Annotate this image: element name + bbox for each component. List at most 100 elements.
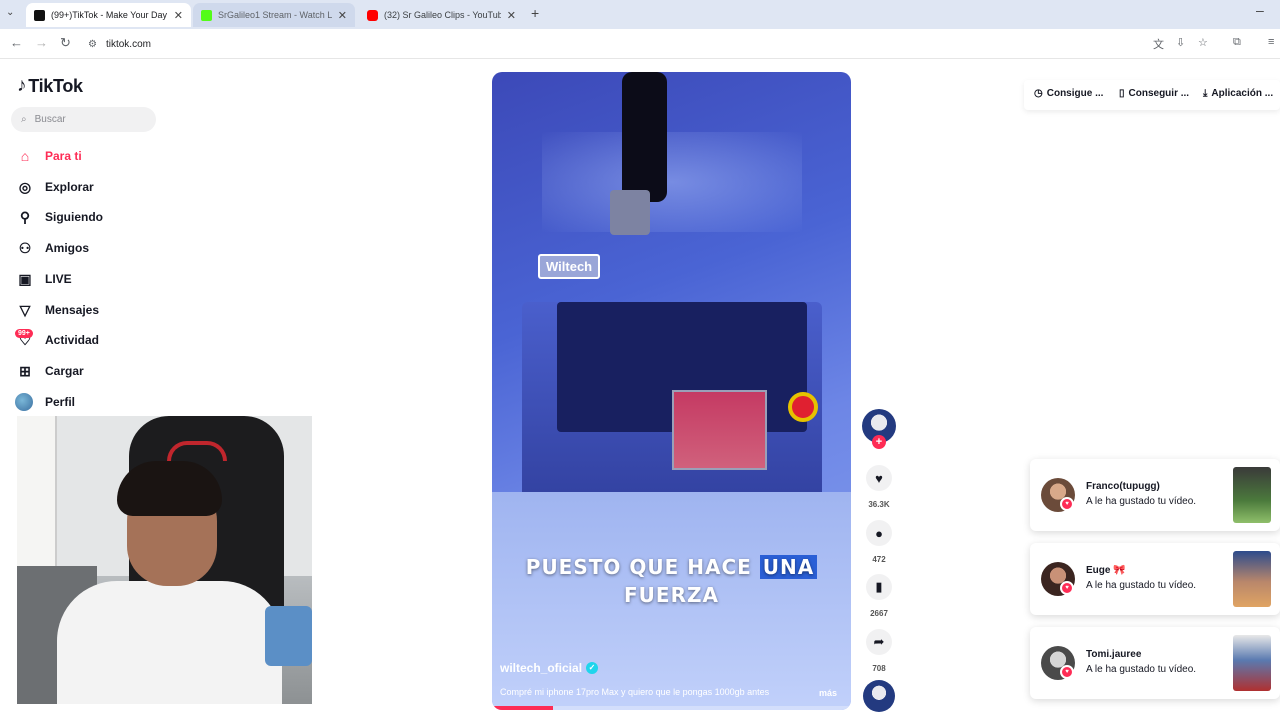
notification-toast[interactable]: ♥ Tomi.jauree A le ha gustado tu vídeo. (1030, 627, 1280, 699)
sidebar-item-para-ti[interactable]: ⌂ Para ti (15, 146, 82, 166)
video-gloved-hand (622, 72, 667, 202)
following-icon: ⚲ (19, 208, 31, 225)
heart-badge-icon: ♥ (1060, 497, 1074, 511)
share-arrow-icon: ➦ (873, 634, 885, 649)
more-button[interactable]: más (819, 688, 837, 698)
sidebar-item-siguiendo[interactable]: ⚲ Siguiendo (15, 207, 103, 227)
webcam-pillow (265, 606, 312, 666)
video-press-head (610, 190, 650, 235)
notification-thumbnail (1233, 635, 1271, 691)
send-icon: ▽ (19, 301, 31, 318)
close-tab-icon[interactable]: ✕ (174, 9, 183, 22)
sidebar-item-live[interactable]: ▣ LIVE (15, 269, 72, 289)
streamer-hair (117, 461, 222, 516)
upload-icon: ⊞ (19, 362, 31, 379)
heart-badge-icon: ♥ (1060, 665, 1074, 679)
desktop-app-link[interactable]: ⤓ Aplicación ... (1203, 88, 1273, 99)
bookmark-icon: ▮ (875, 579, 883, 594)
video-description: Compré mi iphone 17pro Max y quiero que … (500, 687, 770, 697)
video-progress-fill (492, 706, 554, 710)
download-icon: ⤓ (1203, 88, 1208, 99)
phone-icon: ▯ (1119, 88, 1125, 99)
gaming-chair-logo (167, 441, 227, 461)
sidebar-item-label: Siguiendo (45, 210, 103, 224)
friends-icon: ⚇ (18, 239, 32, 256)
sidebar-item-explorar[interactable]: ◎ Explorar (15, 177, 94, 197)
close-tab-icon[interactable]: ✕ (507, 9, 516, 22)
youtube-favicon-icon (367, 9, 378, 21)
browser-menu-icon[interactable]: ≡ (1268, 36, 1274, 48)
extensions-icon[interactable]: ⧉ (1233, 36, 1241, 49)
video-warning-panel (672, 390, 767, 470)
notification-toast[interactable]: ♥ Euge 🎀 A le ha gustado tu vídeo. (1030, 543, 1280, 615)
activity-badge: 99+ (15, 329, 33, 338)
forward-arrow-icon[interactable]: → (35, 35, 48, 50)
back-arrow-icon[interactable]: ← (10, 35, 23, 50)
comment-icon: ● (875, 525, 883, 541)
caption-text: PUESTO QUE HACE (525, 555, 752, 579)
sidebar-item-label: Mensajes (45, 303, 100, 317)
tab-tiktok[interactable]: (99+)TikTok - Make Your Day ✕ (26, 3, 191, 27)
webcam-shelf (17, 416, 57, 576)
new-tab-plus-icon[interactable]: + (531, 5, 539, 21)
sidebar-item-label: LIVE (45, 272, 72, 286)
search-placeholder: Buscar (34, 114, 66, 125)
notification-name: Tomi.jauree (1086, 649, 1142, 660)
sidebar-item-mensajes[interactable]: ▽ Mensajes (15, 300, 99, 320)
follow-plus-icon[interactable]: + (872, 435, 886, 449)
video-progress-bar[interactable] (492, 706, 851, 710)
top-link-label: Consigue ... (1046, 88, 1104, 99)
site-info-icon[interactable]: ⚙ (88, 39, 97, 50)
notification-thumbnail (1233, 551, 1271, 607)
get-coins-link[interactable]: ◷ Consigue ... (1034, 88, 1103, 99)
sidebar-item-perfil[interactable]: Perfil (15, 392, 75, 412)
notification-text: A le ha gustado tu vídeo. (1086, 664, 1197, 675)
sidebar-item-label: Explorar (45, 180, 94, 194)
tab-kick-stream[interactable]: SrGalileo1 Stream - Watch Live ✕ (193, 3, 355, 27)
comment-button[interactable]: ● (866, 520, 892, 546)
sidebar-item-label: Perfil (45, 395, 76, 409)
notification-toast[interactable]: ♥ Franco(tupugg) A le ha gustado tu víde… (1030, 459, 1280, 531)
streamer-shirt (57, 581, 282, 704)
translate-icon[interactable]: 文 (1153, 36, 1164, 52)
tiktok-logo-icon: ♪ (17, 75, 27, 96)
heart-icon: ♥ (875, 470, 883, 486)
sidebar-item-amigos[interactable]: ⚇ Amigos (15, 238, 89, 258)
video-player[interactable]: Wiltech PUESTO QUE HACE UNA FUERZA wilte… (492, 72, 851, 710)
tab-title: (32) Sr Galileo Clips - YouTube (384, 10, 501, 20)
sidebar-item-label: Actividad (45, 333, 100, 347)
video-emergency-stop (788, 392, 818, 422)
sidebar-item-cargar[interactable]: ⊞ Cargar (15, 361, 84, 381)
browser-tab-bar: ⌄ (99+)TikTok - Make Your Day ✕ SrGalile… (0, 0, 1280, 29)
like-button[interactable]: ♥ (866, 465, 892, 491)
video-caption-line-1: PUESTO QUE HACE UNA (492, 555, 851, 579)
tiktok-favicon-icon (34, 9, 45, 21)
video-machine-label: Wiltech (538, 254, 601, 279)
comment-count: 472 (872, 555, 886, 564)
save-count: 2667 (870, 609, 888, 618)
share-button[interactable]: ➦ (866, 629, 892, 655)
notification-name: Franco(tupugg) (1086, 481, 1160, 492)
get-app-link[interactable]: ▯ Conseguir ... (1119, 88, 1189, 99)
address-bar: ← → ↻ ⚙ tiktok.com 文 ⇩ ☆ ⧉ ≡ (0, 29, 1280, 59)
bookmark-star-icon[interactable]: ☆ (1198, 36, 1208, 49)
logo-text: TikTok (28, 75, 83, 96)
search-input[interactable]: ⌕ Buscar (11, 107, 156, 132)
tab-list-chevron-icon[interactable]: ⌄ (6, 7, 14, 18)
reload-icon[interactable]: ↻ (60, 35, 71, 51)
live-icon: ▣ (18, 270, 32, 287)
url-text: tiktok.com (105, 38, 151, 50)
caption-highlight: UNA (759, 555, 818, 579)
verified-icon: ✓ (586, 662, 599, 674)
install-app-icon[interactable]: ⇩ (1176, 36, 1185, 49)
author-name: wiltech_oficial (500, 661, 583, 675)
save-button[interactable]: ▮ (866, 574, 892, 600)
url-field[interactable]: ⚙ tiktok.com (88, 34, 151, 54)
music-disc-icon[interactable] (863, 680, 895, 712)
tab-youtube[interactable]: (32) Sr Galileo Clips - YouTube ✕ (359, 3, 524, 27)
close-tab-icon[interactable]: ✕ (338, 9, 347, 22)
minimize-window-icon[interactable]: – (1256, 2, 1264, 18)
like-count: 36.3K (868, 500, 890, 509)
video-author[interactable]: wiltech_oficial ✓ (500, 661, 599, 675)
tiktok-logo[interactable]: ♪ TikTok (17, 75, 83, 97)
